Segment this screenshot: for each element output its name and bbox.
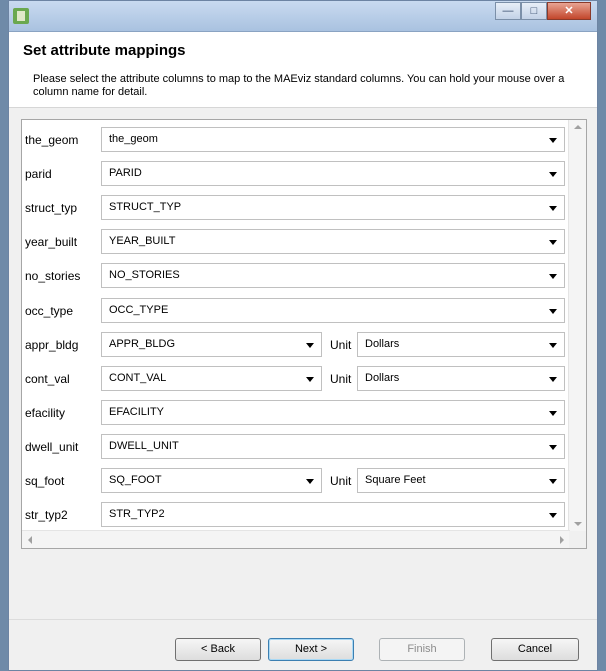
column-select[interactable]: CONT_VAL <box>101 365 322 391</box>
column-select-value: SQ_FOOT <box>109 474 162 486</box>
unit-label: Unit <box>330 337 352 352</box>
mapping-row-dwell_unit: dwell_unit DWELL_UNIT <box>22 430 570 464</box>
column-select-value: CONT_VAL <box>109 371 167 384</box>
column-select-value: NO_STORIES <box>109 269 180 282</box>
chevron-down-icon[interactable] <box>306 479 314 484</box>
window-controls: — □ ✕ <box>495 2 591 20</box>
mapping-row-appr_bldg: appr_bldg APPR_BLDG Unit Dollars <box>22 328 570 362</box>
chevron-down-icon[interactable] <box>549 172 557 178</box>
back-button[interactable]: < Back <box>175 638 261 661</box>
unit-select-value: Square Feet <box>365 474 426 486</box>
mapping-row-no_stories: no_stories NO_STORIES <box>22 259 570 293</box>
mapping-row-sq_foot: sq_foot SQ_FOOT Unit Square Feet <box>22 464 570 498</box>
column-select-value: OCC_TYPE <box>109 303 169 316</box>
mapping-label: dwell_unit <box>25 439 79 454</box>
chevron-down-icon[interactable] <box>549 444 557 450</box>
mapping-label: struct_typ <box>25 201 78 216</box>
chevron-down-icon[interactable] <box>549 138 557 143</box>
mapping-label: str_typ2 <box>25 508 68 523</box>
unit-label: Unit <box>330 474 352 488</box>
wizard-header: Set attribute mappings Please select the… <box>9 32 597 108</box>
horizontal-scrollbar[interactable] <box>22 530 570 548</box>
app-icon <box>13 8 29 24</box>
mapping-label: appr_bldg <box>25 337 79 352</box>
mapping-label: occ_type <box>25 303 74 318</box>
unit-select-value: Dollars <box>365 337 400 350</box>
chevron-down-icon[interactable] <box>549 206 557 212</box>
chevron-down-icon[interactable] <box>549 274 557 280</box>
scroll-corner <box>569 531 586 548</box>
column-select[interactable]: SQ_FOOT <box>101 468 322 493</box>
mapping-row-struct_typ: struct_typ STRUCT_TYP <box>22 191 570 225</box>
scroll-right-icon[interactable] <box>560 536 564 544</box>
next-button[interactable]: Next > <box>268 638 354 661</box>
unit-select[interactable]: Square Feet <box>357 468 565 493</box>
vertical-scrollbar[interactable] <box>568 120 586 531</box>
column-select-value: the_geom <box>109 133 158 145</box>
chevron-down-icon[interactable] <box>549 479 557 484</box>
chevron-down-icon[interactable] <box>549 376 557 382</box>
column-select[interactable]: PARID <box>101 161 565 187</box>
column-select[interactable]: YEAR_BUILT <box>101 229 565 255</box>
chevron-down-icon[interactable] <box>549 410 557 416</box>
unit-select-value: Dollars <box>365 371 400 384</box>
close-button[interactable]: ✕ <box>547 2 591 20</box>
unit-select[interactable]: Dollars <box>357 365 565 391</box>
mapping-label: year_built <box>25 235 78 250</box>
unit-label: Unit <box>330 371 352 386</box>
mapping-row-parid: parid PARID <box>22 157 570 191</box>
column-select[interactable]: STR_TYP2 <box>101 502 565 528</box>
scroll-down-icon[interactable] <box>574 522 582 526</box>
chevron-down-icon[interactable] <box>549 513 557 519</box>
scroll-left-icon[interactable] <box>28 536 32 544</box>
title-bar: — □ ✕ <box>9 1 597 32</box>
mapping-label: no_stories <box>25 269 81 284</box>
column-select-value: EFACILITY <box>109 405 165 418</box>
column-select[interactable]: DWELL_UNIT <box>101 433 565 459</box>
mapping-row-str_typ2: str_typ2 STR_TYP2 <box>22 498 570 532</box>
footer-separator <box>9 619 597 620</box>
unit-select[interactable]: Dollars <box>357 331 565 357</box>
column-select[interactable]: STRUCT_TYP <box>101 195 565 221</box>
column-select-value: PARID <box>109 167 142 180</box>
column-select-value: DWELL_UNIT <box>109 439 179 452</box>
mapping-label: cont_val <box>25 371 70 386</box>
column-select-value: APPR_BLDG <box>109 337 176 350</box>
minimize-button[interactable]: — <box>495 2 521 20</box>
column-select[interactable]: the_geom <box>101 127 565 152</box>
chevron-down-icon[interactable] <box>549 342 557 348</box>
wizard-window: — □ ✕ Set attribute mappings Please sele… <box>8 0 598 671</box>
page-description: Please select the attribute columns to m… <box>33 73 565 98</box>
mapping-label: efacility <box>25 405 66 420</box>
column-select-value: STR_TYP2 <box>109 508 165 521</box>
mapping-row-occ_type: occ_type OCC_TYPE <box>22 294 570 328</box>
chevron-down-icon[interactable] <box>306 376 314 382</box>
scroll-up-icon[interactable] <box>574 125 582 129</box>
mapping-row-cont_val: cont_val CONT_VAL Unit Dollars <box>22 362 570 396</box>
mapping-row-efacility: efacility EFACILITY <box>22 396 570 430</box>
chevron-down-icon[interactable] <box>549 308 557 314</box>
column-select[interactable]: APPR_BLDG <box>101 331 322 357</box>
chevron-down-icon[interactable] <box>306 342 314 348</box>
mapping-label: the_geom <box>25 133 79 147</box>
column-select[interactable]: EFACILITY <box>101 399 565 425</box>
mapping-row-the_geom: the_geom the_geom <box>22 123 570 157</box>
chevron-down-icon[interactable] <box>549 240 557 246</box>
mapping-label: sq_foot <box>25 474 65 488</box>
page-title: Set attribute mappings <box>23 42 186 59</box>
cancel-button[interactable]: Cancel <box>491 638 579 661</box>
column-select[interactable]: NO_STORIES <box>101 263 565 289</box>
maximize-button[interactable]: □ <box>521 2 547 20</box>
finish-button: Finish <box>379 638 465 661</box>
column-select-value: STRUCT_TYP <box>109 201 182 214</box>
mapping-label: parid <box>25 167 52 182</box>
mapping-row-year_built: year_built YEAR_BUILT <box>22 225 570 259</box>
column-select-value: YEAR_BUILT <box>109 235 176 248</box>
column-select[interactable]: OCC_TYPE <box>101 297 565 323</box>
mappings-panel: the_geom the_geomparid PARID struct_typ STRU… <box>21 119 587 549</box>
